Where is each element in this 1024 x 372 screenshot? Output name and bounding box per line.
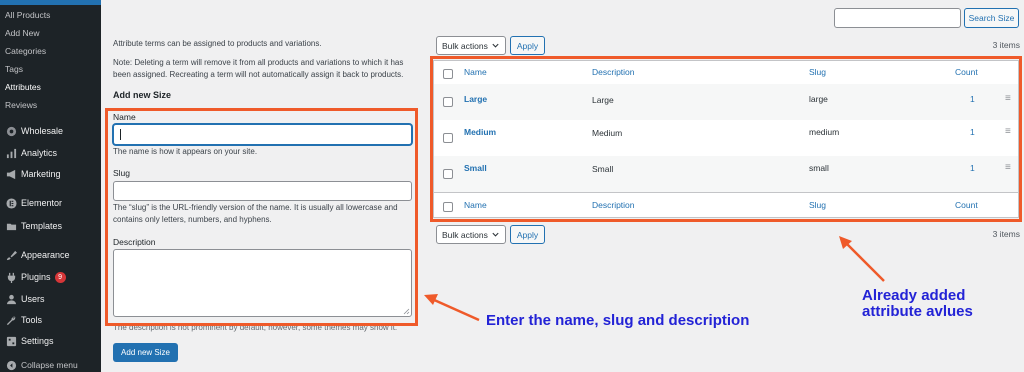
menu-label: Settings	[21, 336, 54, 346]
left-arrow-icon	[424, 294, 480, 322]
menu-templates[interactable]: Templates	[0, 216, 101, 236]
submenu-all-products[interactable]: All Products	[5, 10, 50, 20]
megaphone-icon	[1, 169, 21, 180]
folder-icon	[1, 221, 21, 232]
menu-label: Analytics	[21, 148, 58, 158]
menu-label: Wholesale	[21, 126, 64, 136]
submenu-reviews[interactable]: Reviews	[5, 100, 37, 110]
bulk-actions-label: Bulk actions	[442, 40, 488, 51]
menu-label: Elementor	[21, 198, 63, 208]
active-menu-indicator	[0, 0, 101, 5]
menu-plugins[interactable]: Plugins 9	[0, 267, 101, 287]
bulk-actions-select-bottom[interactable]: Bulk actions	[436, 225, 506, 244]
submenu-add-new[interactable]: Add New	[5, 28, 40, 38]
menu-appearance[interactable]: Appearance	[0, 245, 101, 265]
menu-label: Appearance	[21, 250, 70, 260]
menu-label: Templates	[21, 221, 63, 231]
menu-marketing[interactable]: Marketing	[0, 164, 101, 184]
annotation-already-added-1: Already added	[862, 287, 966, 304]
chevron-down-icon	[492, 232, 499, 237]
search-input[interactable]	[834, 8, 961, 28]
plug-icon	[1, 272, 21, 283]
annotation-already-added-2: attribute avlues	[862, 303, 973, 320]
wholesale-icon	[1, 126, 21, 137]
settings-icon	[1, 336, 21, 347]
bulk-actions-select-top[interactable]: Bulk actions	[436, 36, 506, 55]
brush-icon	[1, 250, 21, 261]
submenu-attributes[interactable]: Attributes	[5, 82, 41, 92]
menu-users[interactable]: Users	[0, 289, 101, 309]
form-heading: Add new Size	[113, 90, 172, 100]
note-line-1: Note: Deleting a term will remove it fro…	[113, 58, 404, 67]
elementor-icon	[1, 197, 21, 209]
menu-label: Collapse menu	[21, 360, 78, 370]
apply-button-bottom[interactable]: Apply	[510, 225, 545, 244]
note-line-2: been assigned. Recreating a term will no…	[113, 70, 404, 79]
menu-label: Tools	[21, 315, 43, 325]
menu-label: Users	[21, 294, 45, 304]
menu-wholesale[interactable]: Wholesale	[0, 121, 101, 141]
up-left-arrow-icon	[839, 236, 885, 282]
update-count-badge: 9	[54, 271, 66, 283]
search-size-button[interactable]: Search Size	[964, 8, 1019, 28]
admin-sidebar: All Products Add New Categories Tags Att…	[0, 0, 101, 372]
user-icon	[1, 294, 21, 305]
table-highlight-box	[430, 56, 1022, 222]
bulk-actions-label: Bulk actions	[442, 229, 488, 240]
form-highlight-box	[105, 108, 418, 326]
menu-analytics[interactable]: Analytics	[0, 143, 101, 163]
apply-button-top[interactable]: Apply	[510, 36, 545, 55]
wrench-icon	[1, 315, 21, 326]
submenu-tags[interactable]: Tags	[5, 64, 23, 74]
menu-label: Marketing	[21, 169, 61, 179]
annotation-enter-fields: Enter the name, slug and description	[486, 312, 750, 329]
menu-elementor[interactable]: Elementor	[0, 193, 101, 213]
menu-label: Plugins	[21, 272, 51, 282]
items-count-top: 3 items	[992, 40, 1020, 50]
add-new-size-button[interactable]: Add new Size	[113, 343, 178, 362]
collapse-icon	[1, 360, 21, 371]
submenu-categories[interactable]: Categories	[5, 46, 46, 56]
menu-tools[interactable]: Tools	[0, 310, 101, 330]
items-count-bottom: 3 items	[992, 229, 1020, 239]
collapse-menu-button[interactable]: Collapse menu	[0, 355, 101, 372]
chevron-down-icon	[492, 43, 499, 48]
menu-settings[interactable]: Settings	[0, 331, 101, 351]
intro-text: Attribute terms can be assigned to produ…	[113, 39, 322, 48]
analytics-icon	[1, 148, 21, 159]
